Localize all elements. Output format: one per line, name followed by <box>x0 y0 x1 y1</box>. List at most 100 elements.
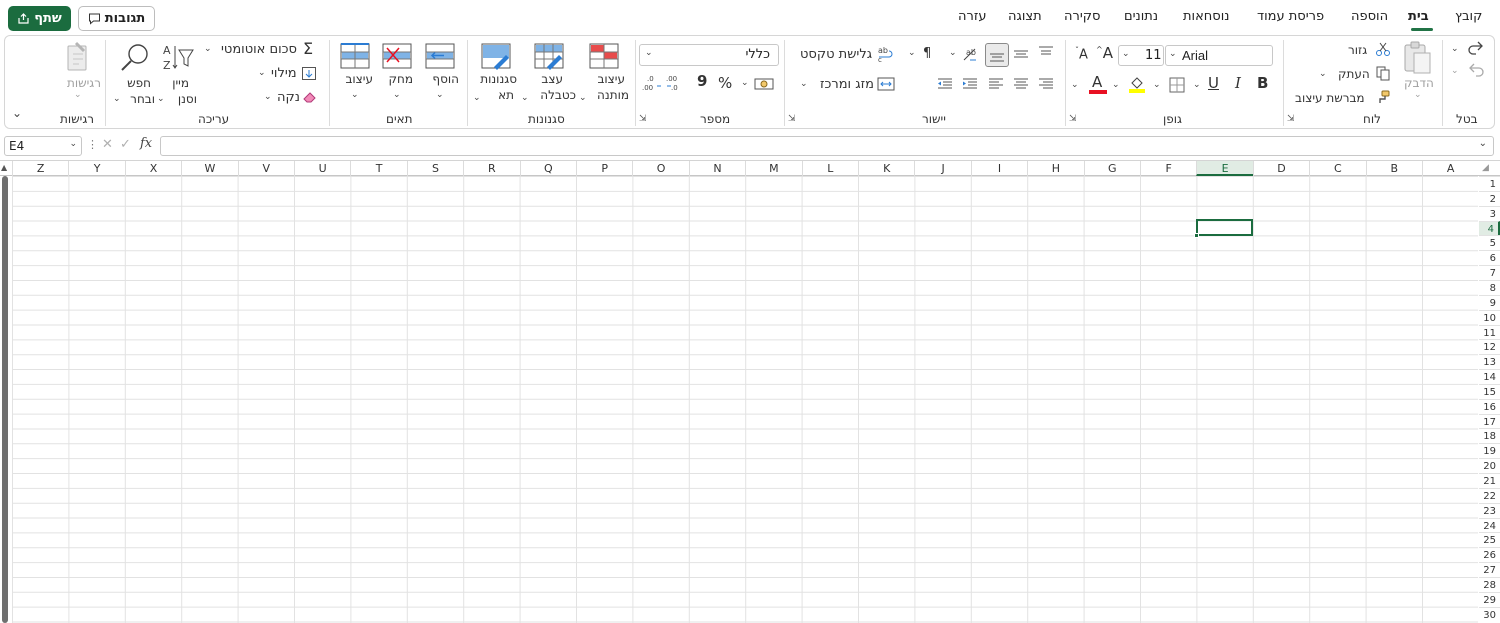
tab-formulas[interactable]: נוסחאות <box>1183 9 1229 24</box>
accounting-dropdown-icon[interactable]: ⌄ <box>741 78 749 88</box>
column-header-t[interactable]: T <box>350 161 406 176</box>
row-header-23[interactable]: 23 <box>1479 502 1500 518</box>
fill-dropdown-icon[interactable]: ⌄ <box>258 68 266 78</box>
conditional-formatting-button[interactable]: עיצוב מותנה ⌄ <box>579 40 631 110</box>
column-header-p[interactable]: P <box>576 161 632 176</box>
active-cell[interactable] <box>1196 219 1253 236</box>
wrap-text-icon[interactable]: abc <box>877 45 895 63</box>
column-header-j[interactable]: J <box>914 161 970 176</box>
clipboard-launcher-icon[interactable]: ⇲ <box>1287 114 1295 124</box>
column-header-g[interactable]: G <box>1083 161 1140 176</box>
find-select-button[interactable]: חפש ובחר ⌄ <box>111 40 155 110</box>
column-header-l[interactable]: L <box>801 161 858 176</box>
fill-label[interactable]: מילוי <box>271 66 297 81</box>
alignment-launcher-icon[interactable]: ⇲ <box>788 114 796 124</box>
redo-icon[interactable] <box>1466 40 1486 58</box>
column-header-r[interactable]: R <box>463 161 519 176</box>
copy-label[interactable]: העתק <box>1338 67 1370 81</box>
column-header-k[interactable]: K <box>858 161 914 176</box>
cancel-entry-icon[interactable]: ✕ <box>102 137 113 152</box>
underline-dropdown-icon[interactable]: ⌄ <box>1193 80 1201 90</box>
comments-button[interactable]: תגובות <box>78 6 155 31</box>
row-header-5[interactable]: 5 <box>1479 235 1500 251</box>
row-header-2[interactable]: 2 <box>1479 190 1500 206</box>
format-as-table-button[interactable]: עצב כטבלה ⌄ <box>521 40 577 110</box>
row-header-13[interactable]: 13 <box>1479 354 1500 370</box>
row-header-9[interactable]: 9 <box>1479 294 1500 310</box>
column-header-d[interactable]: D <box>1252 161 1309 176</box>
comma-style-button[interactable]: 9 <box>697 72 707 90</box>
column-header-c[interactable]: C <box>1309 161 1365 176</box>
row-header-20[interactable]: 20 <box>1479 458 1500 474</box>
redo-dropdown-icon[interactable]: ⌄ <box>1451 44 1459 54</box>
column-header-e[interactable]: E <box>1196 161 1253 176</box>
row-header-22[interactable]: 22 <box>1479 487 1500 503</box>
column-header-n[interactable]: N <box>688 161 745 176</box>
column-header-b[interactable]: B <box>1365 161 1422 176</box>
column-header-o[interactable]: O <box>632 161 688 176</box>
fill-icon[interactable] <box>301 66 317 81</box>
row-header-7[interactable]: 7 <box>1479 265 1500 281</box>
row-header-17[interactable]: 17 <box>1479 413 1500 429</box>
row-header-26[interactable]: 26 <box>1479 547 1500 563</box>
row-header-18[interactable]: 18 <box>1479 428 1500 444</box>
row-header-3[interactable]: 3 <box>1479 205 1500 221</box>
row-header-1[interactable]: 1 <box>1479 176 1500 191</box>
worksheet-grid[interactable] <box>12 176 1478 623</box>
row-header-24[interactable]: 24 <box>1479 517 1500 533</box>
number-launcher-icon[interactable]: ⇲ <box>639 114 647 124</box>
autosum-label[interactable]: סכום אוטומטי <box>221 42 297 57</box>
autosum-icon[interactable]: Σ <box>303 39 313 58</box>
name-box[interactable]: E4 ⌄ <box>4 136 82 156</box>
row-header-28[interactable]: 28 <box>1479 576 1500 592</box>
copy-icon[interactable] <box>1375 65 1391 81</box>
column-header-w[interactable]: W <box>181 161 237 176</box>
sensitivity-button[interactable]: רגישות ⌄ <box>55 40 101 104</box>
row-header-15[interactable]: 15 <box>1479 383 1500 399</box>
expand-formula-bar-icon[interactable]: ⌄ <box>1479 138 1487 149</box>
format-cells-button[interactable]: עיצוב ⌄ <box>335 40 375 110</box>
borders-icon[interactable] <box>1168 76 1186 94</box>
paragraph-direction-dropdown-icon[interactable]: ⌄ <box>908 48 916 58</box>
row-header-12[interactable]: 12 <box>1479 339 1500 355</box>
fill-handle[interactable] <box>1194 233 1199 238</box>
align-left-icon[interactable] <box>986 76 1006 92</box>
fill-color-dropdown-icon[interactable]: ⌄ <box>1112 80 1120 90</box>
font-size-select[interactable]: ⌄ 11 <box>1118 45 1164 66</box>
orientation-icon[interactable]: ab <box>960 44 980 64</box>
scroll-up-icon[interactable]: ▲ <box>1 163 7 172</box>
column-header-a[interactable]: A <box>1422 161 1478 176</box>
clear-dropdown-icon[interactable]: ⌄ <box>264 92 272 102</box>
insert-function-icon[interactable]: fx <box>140 136 152 151</box>
wrap-text-label[interactable]: גלישת טקסט <box>800 47 872 62</box>
percent-style-button[interactable]: % <box>718 74 732 92</box>
column-header-z[interactable]: Z <box>12 161 68 176</box>
undo-icon[interactable] <box>1466 62 1486 80</box>
align-right-icon[interactable] <box>1036 76 1056 92</box>
align-bottom-button[interactable] <box>985 43 1009 67</box>
column-header-m[interactable]: M <box>745 161 801 176</box>
column-header-q[interactable]: Q <box>519 161 576 176</box>
column-header-u[interactable]: U <box>294 161 350 176</box>
increase-indent-icon[interactable] <box>960 76 980 92</box>
row-header-21[interactable]: 21 <box>1479 473 1500 488</box>
delete-cells-button[interactable]: מחק ⌄ <box>377 40 417 110</box>
tab-help[interactable]: עזרה <box>958 9 986 24</box>
borders-dropdown-icon[interactable]: ⌄ <box>1153 80 1161 90</box>
decrease-indent-icon[interactable] <box>935 76 955 92</box>
number-format-select[interactable]: ⌄ כללי <box>639 44 779 66</box>
column-header-h[interactable]: H <box>1027 161 1083 176</box>
tab-data[interactable]: נתונים <box>1124 9 1158 24</box>
accounting-format-icon[interactable] <box>753 76 775 92</box>
row-header-8[interactable]: 8 <box>1479 279 1500 295</box>
confirm-entry-icon[interactable]: ✓ <box>120 137 131 152</box>
cut-label[interactable]: גזור <box>1348 43 1367 57</box>
orientation-dropdown-icon[interactable]: ⌄ <box>949 48 957 58</box>
paragraph-direction-icon[interactable]: ¶ <box>923 46 931 61</box>
vertical-scrollbar[interactable] <box>2 176 8 623</box>
font-color-button[interactable]: A <box>1088 73 1108 95</box>
formula-bar-more-icon[interactable]: ⋮ <box>87 138 98 151</box>
row-header-16[interactable]: 16 <box>1479 398 1500 414</box>
insert-cells-button[interactable]: הוסף ⌄ <box>419 40 461 110</box>
font-color-dropdown-icon[interactable]: ⌄ <box>1071 80 1079 90</box>
